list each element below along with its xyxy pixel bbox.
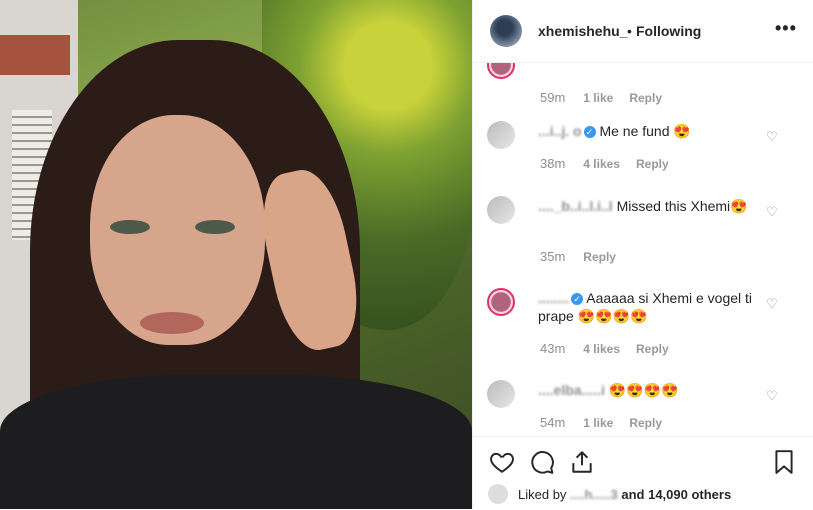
comment-body: ...._b..i..l.i..l Missed this Xhemi😍: [538, 197, 768, 215]
more-options-icon[interactable]: •••: [775, 18, 797, 39]
comment-text: Me ne fund 😍: [599, 123, 691, 139]
share-icon[interactable]: [569, 449, 595, 475]
comment-text: Missed this Xhemi😍: [616, 198, 748, 214]
following-button[interactable]: Following: [636, 23, 701, 39]
comment-meta: 43m 4 likes Reply: [540, 341, 685, 356]
author-avatar[interactable]: [490, 15, 522, 47]
comment-likes[interactable]: 4 likes: [583, 157, 620, 171]
comment-meta: 35m Reply: [540, 249, 632, 264]
commenter-username[interactable]: ...i..j. o: [538, 122, 582, 140]
post-header: xhemishehu_ • Following •••: [473, 0, 813, 63]
commenter-username[interactable]: ...._b..i..l.i..l: [538, 197, 613, 215]
photo-brick: [0, 35, 70, 75]
commenter-avatar[interactable]: [487, 63, 515, 79]
verified-badge-icon: ✓: [571, 293, 584, 305]
reply-button[interactable]: Reply: [636, 157, 669, 171]
bookmark-icon[interactable]: [771, 449, 797, 475]
heart-icon[interactable]: [489, 449, 515, 475]
commenter-avatar[interactable]: [487, 380, 515, 408]
commenter-avatar[interactable]: [487, 121, 515, 149]
comment-like-heart-icon[interactable]: ♡: [766, 63, 778, 67]
reply-button[interactable]: Reply: [629, 91, 662, 105]
comment-time[interactable]: 38m: [540, 156, 565, 171]
reply-button[interactable]: Reply: [629, 416, 662, 430]
comment-likes[interactable]: 1 like: [583, 91, 613, 105]
reply-button[interactable]: Reply: [636, 342, 669, 356]
comment-icon[interactable]: [529, 449, 555, 475]
photo-eye-right: [195, 220, 235, 234]
liker-avatar[interactable]: [488, 484, 508, 504]
comment-meta: 38m 4 likes Reply: [540, 156, 685, 171]
comment-like-heart-icon[interactable]: ♡: [766, 204, 778, 220]
commenter-username[interactable]: ....elba.....i: [538, 381, 605, 399]
verified-badge-icon: ✓: [583, 126, 596, 138]
likes-summary[interactable]: Liked by ....h.....3 and 14,090 others: [518, 487, 731, 502]
instagram-post: xhemishehu_ • Following ••• ♡ 59m 1 like R…: [0, 0, 813, 509]
post-sidebar: xhemishehu_ • Following ••• ♡ 59m 1 like R…: [472, 0, 813, 509]
photo-eye-left: [110, 220, 150, 234]
reply-button[interactable]: Reply: [583, 250, 616, 264]
comment-text: 😍😍😍😍: [608, 382, 679, 398]
commenter-avatar[interactable]: [487, 288, 515, 316]
comment-text: Aaaaaa si Xhemi e vogel ti prape 😍😍😍😍: [538, 290, 753, 324]
comment-like-heart-icon[interactable]: ♡: [766, 296, 778, 312]
liked-by-others[interactable]: and 14,090 others: [621, 487, 731, 502]
comment-like-heart-icon[interactable]: ♡: [766, 388, 778, 404]
comment-likes[interactable]: 1 like: [583, 416, 613, 430]
comment-body: ........ ✓ Aaaaaa si Xhemi e vogel ti pra…: [538, 289, 768, 325]
comment-time[interactable]: 35m: [540, 249, 565, 264]
commenter-avatar[interactable]: [487, 196, 515, 224]
comment-body: ....elba.....i 😍😍😍😍: [538, 381, 768, 399]
liked-by-user[interactable]: ....h.....3: [570, 487, 618, 502]
comment-meta: 59m 1 like Reply: [540, 90, 678, 105]
comments-list[interactable]: ♡ 59m1 likeReply ...i..j. o✓ Me ne fund …: [473, 63, 813, 435]
comment-time[interactable]: 59m: [540, 90, 565, 105]
photo-sweater: [0, 375, 472, 509]
comment-like-heart-icon[interactable]: ♡: [766, 129, 778, 145]
photo-lips: [140, 312, 204, 334]
comment-time[interactable]: 43m: [540, 341, 565, 356]
comment-meta: 54m 1 like Reply: [540, 415, 678, 430]
comment-likes[interactable]: 4 likes: [583, 342, 620, 356]
author-username[interactable]: xhemishehu_: [538, 23, 627, 39]
header-separator: •: [627, 23, 632, 39]
post-photo[interactable]: [0, 0, 472, 509]
liked-by-prefix: Liked by: [518, 487, 567, 502]
comment-body: ...i..j. o ✓ Me ne fund 😍: [538, 122, 768, 140]
comment-time[interactable]: 54m: [540, 415, 565, 430]
commenter-username[interactable]: ........: [538, 289, 569, 307]
